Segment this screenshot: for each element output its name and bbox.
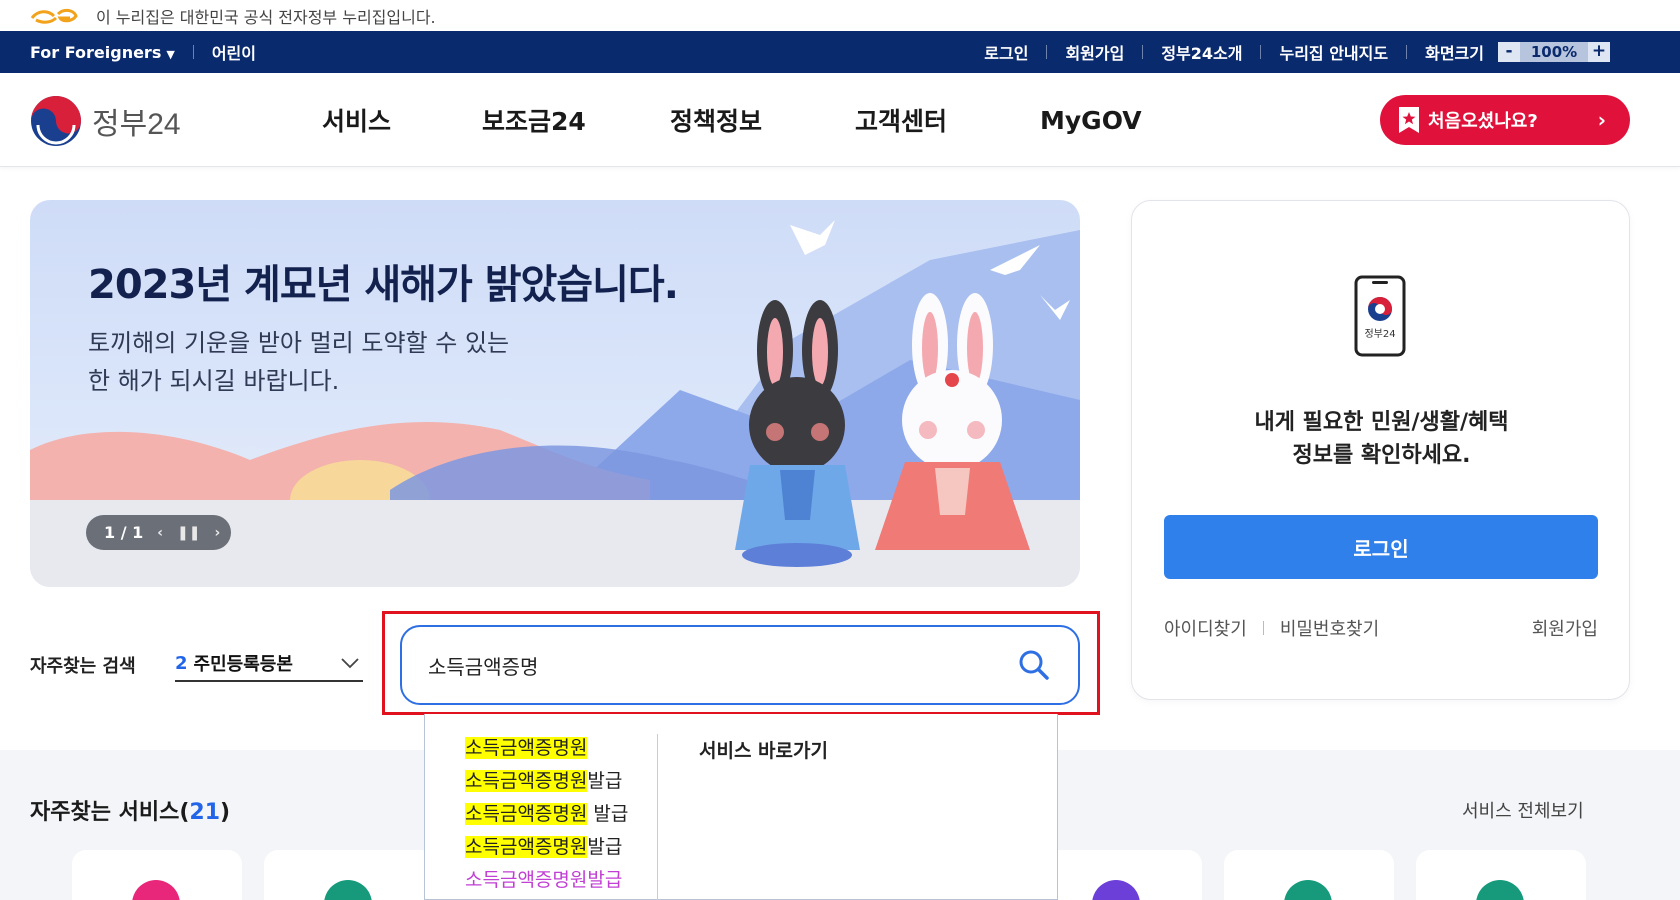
for-foreigners-label: For Foreigners — [30, 42, 162, 62]
service-shortcut-title: 서비스 바로가기 — [699, 740, 828, 762]
search-box — [400, 625, 1080, 705]
next-slide-icon[interactable]: › — [215, 525, 221, 541]
find-id-link[interactable]: 아이디찾기 — [1164, 615, 1247, 641]
mobile-id-icon: 정부24 — [1354, 275, 1406, 357]
divider — [657, 734, 658, 900]
hero-subtitle-line: 한 해가 되시길 바랍니다. — [88, 367, 340, 395]
match-highlight: 소득금액증명원 — [465, 770, 588, 792]
zoom-control: - 100% + — [1498, 42, 1610, 62]
divider — [1142, 45, 1144, 59]
frequent-services-title: 자주찾는 서비스(21) — [30, 794, 230, 826]
service-card[interactable] — [1416, 850, 1586, 900]
autocomplete-dropdown: 소득금액증명원 소득금액증명원발급 소득금액증명원 발급 소득금액증명원발급 소… — [424, 714, 1058, 900]
frequent-title-text: 자주찾는 서비스( — [30, 800, 190, 825]
taegeuk-logo-icon — [31, 96, 81, 146]
popular-search-label: 자주찾는 검색 — [30, 656, 136, 677]
service-icon — [1284, 880, 1332, 900]
pause-icon[interactable]: ❚❚ — [177, 525, 200, 541]
match-rest: 발급 — [587, 803, 629, 825]
chevron-down-icon — [341, 658, 359, 669]
autocomplete-item[interactable]: 소득금액증명원 — [465, 732, 628, 765]
slide-controls: 1 / 1 ‹ ❚❚ › — [86, 515, 231, 550]
autocomplete-item[interactable]: 소득금액증명원 발급 — [465, 798, 628, 831]
nav-services[interactable]: 서비스 — [322, 73, 391, 167]
match-highlight: 소득금액증명원 — [465, 737, 588, 759]
autocomplete-item[interactable]: 소득금액증명원발급 — [465, 765, 628, 798]
service-icon — [1092, 880, 1140, 900]
match-highlight: 소득금액증명원 — [465, 803, 588, 825]
slide-counter: 1 / 1 — [104, 523, 144, 542]
divider — [192, 45, 194, 59]
sitemap-link[interactable]: 누리집 안내지도 — [1279, 40, 1388, 64]
divider — [1406, 45, 1408, 59]
nav-customer-center[interactable]: 고객센터 — [855, 73, 947, 167]
divider — [1046, 45, 1048, 59]
hero-subtitle-line: 토끼해의 기운을 받아 멀리 도약할 수 있는 — [88, 329, 510, 357]
mobile-id-icon-label: 정부24 — [1364, 328, 1395, 340]
prev-slide-icon[interactable]: ‹ — [157, 525, 163, 541]
bookmark-star-icon — [1399, 107, 1419, 133]
service-card[interactable] — [72, 850, 242, 900]
service-card[interactable] — [1224, 850, 1394, 900]
service-icon — [132, 880, 180, 900]
popular-search-dropdown[interactable]: 2 주민등록등본 — [175, 646, 363, 682]
hero-banner[interactable]: 2023년 계묘년 새해가 밝았습니다. 토끼해의 기운을 받아 멀리 도약할 … — [30, 200, 1080, 587]
divider — [1262, 621, 1264, 635]
screen-size-label: 화면크기 — [1425, 44, 1484, 63]
hero-title: 2023년 계묘년 새해가 밝았습니다. — [88, 262, 679, 308]
zoom-out-button[interactable]: - — [1498, 42, 1520, 62]
zoom-in-button[interactable]: + — [1588, 42, 1610, 62]
first-visit-button[interactable]: 처음오셨나요? › — [1380, 95, 1630, 145]
egov-logo-icon — [30, 8, 78, 24]
gov-banner: 이 누리집은 대한민국 공식 전자정부 누리집입니다. — [0, 0, 1680, 31]
popular-term: 주민등록등본 — [193, 654, 293, 675]
frequent-title-close: ) — [220, 800, 231, 825]
search-icon[interactable] — [1018, 649, 1050, 681]
view-all-services-link[interactable]: 서비스 전체보기 — [1462, 797, 1584, 823]
about-link[interactable]: 정부24소개 — [1161, 40, 1242, 64]
gov-banner-text: 이 누리집은 대한민국 공식 전자정부 누리집입니다. — [96, 7, 436, 27]
frequent-count: 21 — [189, 800, 221, 825]
popular-rank: 2 — [175, 652, 188, 674]
utility-bar: For Foreigners ▼ 어린이 로그인 회원가입 정부24소개 누리집 … — [0, 31, 1680, 73]
site-logo[interactable]: 정부24 — [30, 95, 181, 147]
login-button[interactable]: 로그인 — [1164, 515, 1598, 579]
chevron-right-icon: › — [1597, 108, 1606, 132]
divider — [1260, 45, 1262, 59]
match-highlight: 소득금액증명원 — [465, 869, 588, 891]
login-panel: 정부24 내게 필요한 민원/생활/혜택 정보를 확인하세요. 로그인 아이디찾… — [1131, 200, 1630, 700]
autocomplete-item-visited[interactable]: 소득금액증명원발급 — [465, 864, 628, 897]
match-rest: 발급 — [587, 836, 623, 858]
find-password-link[interactable]: 비밀번호찾기 — [1280, 615, 1379, 641]
search-input[interactable] — [428, 653, 988, 677]
main-header: 정부24 서비스 보조금24 정책정보 고객센터 MyGOV 처음오셨나요? › — [0, 73, 1680, 167]
nav-mygov[interactable]: MyGOV — [1040, 73, 1142, 167]
login-message-line: 정보를 확인하세요. — [1292, 443, 1471, 468]
autocomplete-item[interactable]: 소득금액증명원발급 — [465, 831, 628, 864]
kids-link[interactable]: 어린이 — [212, 40, 256, 64]
login-message-line: 내게 필요한 민원/생활/혜택 — [1254, 410, 1509, 435]
service-icon — [324, 880, 372, 900]
caret-down-icon: ▼ — [166, 47, 175, 61]
for-foreigners-link[interactable]: For Foreigners ▼ — [30, 43, 175, 62]
nav-policy-info[interactable]: 정책정보 — [670, 73, 762, 167]
signup-link[interactable]: 회원가입 — [1065, 40, 1124, 64]
hero-subtitle: 토끼해의 기운을 받아 멀리 도약할 수 있는 한 해가 되시길 바랍니다. — [88, 324, 509, 400]
match-rest: 발급 — [587, 770, 623, 792]
zoom-value: 100% — [1520, 42, 1588, 62]
match-highlight: 소득금액증명원 — [465, 836, 588, 858]
match-rest: 발급 — [587, 869, 623, 891]
nav-subsidy24[interactable]: 보조금24 — [482, 73, 586, 167]
first-visit-label: 처음오셨나요? — [1428, 111, 1538, 132]
login-links: 아이디찾기 비밀번호찾기 회원가입 — [1164, 615, 1598, 641]
logo-text: 정부24 — [92, 108, 181, 141]
autocomplete-list: 소득금액증명원 소득금액증명원발급 소득금액증명원 발급 소득금액증명원발급 소… — [465, 732, 628, 897]
login-link[interactable]: 로그인 — [984, 40, 1028, 64]
service-card[interactable] — [264, 850, 434, 900]
signup-link[interactable]: 회원가입 — [1532, 615, 1598, 641]
service-icon — [1476, 880, 1524, 900]
